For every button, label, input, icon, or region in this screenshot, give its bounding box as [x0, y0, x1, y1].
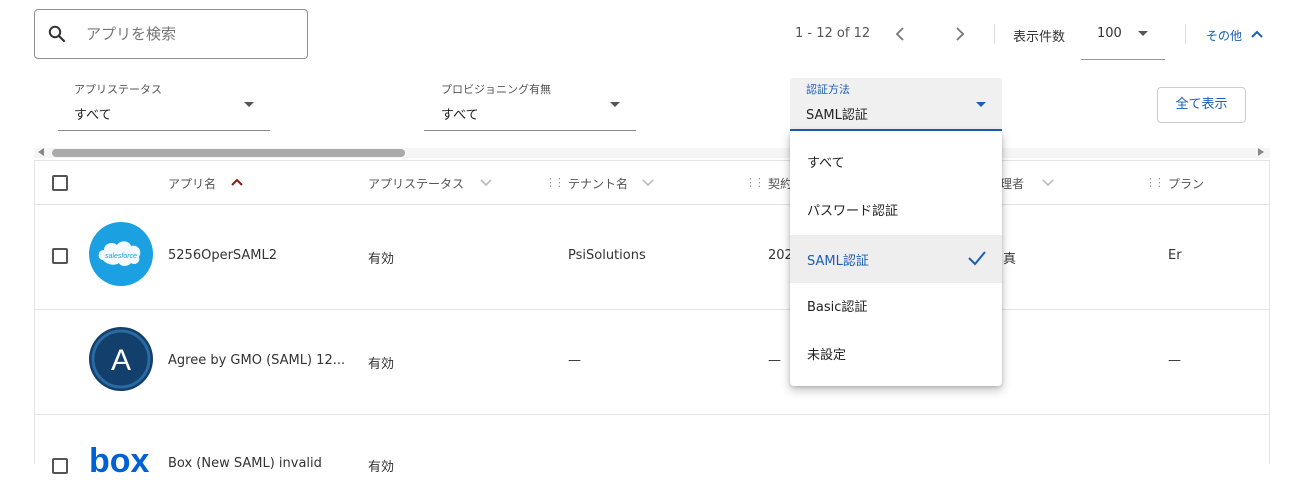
app-status: 有効 — [368, 252, 395, 267]
column-header-app-name[interactable]: アプリ名 — [168, 175, 216, 192]
auth-method-filter-label: 認証方法 — [806, 83, 850, 96]
drag-handle-icon[interactable]: ⋮⋮ — [545, 176, 565, 189]
menu-item-basic[interactable]: Basic認証 — [790, 281, 1002, 329]
app-name[interactable]: 5256OperSAML2 — [168, 248, 277, 263]
menu-item-saml[interactable]: SAML認証 — [790, 235, 1002, 283]
show-all-button[interactable]: 全て表示 — [1157, 87, 1246, 123]
auth-method-filter-value: SAML認証 — [806, 108, 868, 123]
drag-handle-icon[interactable]: ⋮⋮ — [745, 176, 765, 189]
chevron-down-icon[interactable] — [1041, 178, 1055, 188]
search-icon — [48, 25, 66, 43]
column-header-tenant[interactable]: テナント名 — [568, 175, 628, 192]
app-status-filter-value: すべて — [74, 108, 112, 123]
box-logo: box — [89, 442, 150, 480]
chevron-down-icon[interactable] — [641, 178, 655, 188]
menu-item-all[interactable]: すべて — [790, 137, 1002, 185]
contract-value: — — [768, 353, 781, 368]
caret-down-icon — [976, 102, 986, 107]
menu-item-unset[interactable]: 未設定 — [790, 329, 1002, 377]
provisioning-filter-value: すべて — [441, 108, 479, 123]
app-name[interactable]: Agree by GMO (SAML) 12... — [168, 353, 345, 368]
more-toggle[interactable]: その他 — [1206, 27, 1242, 44]
chevron-up-icon[interactable] — [1251, 29, 1263, 39]
chevron-left-icon[interactable] — [894, 26, 908, 42]
column-header-app-status[interactable]: アプリステータス — [368, 175, 464, 192]
admin-value: 真 — [1003, 252, 1017, 267]
sort-ascending-icon[interactable] — [230, 177, 244, 187]
apps-table — [34, 160, 1270, 464]
drag-handle-icon[interactable]: ⋮⋮ — [1145, 176, 1165, 189]
page-range: 1 - 12 of 12 — [795, 26, 871, 41]
auth-method-menu: すべて パスワード認証 SAML認証 Basic認証 未設定 — [790, 131, 1002, 386]
chevron-down-icon[interactable] — [479, 178, 493, 188]
menu-item-password[interactable]: パスワード認証 — [790, 185, 1002, 233]
scroll-left-arrow-icon[interactable] — [38, 148, 44, 156]
column-header-plan[interactable]: プラン — [1168, 175, 1204, 192]
divider — [994, 24, 995, 44]
caret-down-icon — [244, 102, 254, 107]
check-icon — [967, 249, 987, 267]
select-all-checkbox[interactable] — [52, 175, 68, 191]
app-status-filter-label: アプリステータス — [74, 83, 162, 96]
per-page-value: 100 — [1097, 26, 1122, 41]
chevron-right-icon[interactable] — [952, 26, 966, 42]
app-status: 有効 — [368, 357, 395, 372]
caret-down-icon — [610, 102, 620, 107]
row-checkbox[interactable] — [52, 458, 68, 474]
search-input[interactable] — [86, 25, 286, 43]
agree-logo: A — [89, 327, 153, 391]
plan-value: — — [1168, 353, 1181, 368]
svg-text:A: A — [111, 344, 131, 377]
caret-down-icon — [1138, 31, 1148, 36]
salesforce-logo: salesforce — [89, 222, 153, 286]
scroll-right-arrow-icon[interactable] — [1258, 148, 1264, 156]
per-page-label: 表示件数 — [1013, 30, 1066, 45]
divider — [1185, 24, 1186, 44]
row-divider — [34, 309, 1270, 310]
column-header-contract[interactable]: 契約 — [768, 175, 792, 192]
row-checkbox[interactable] — [52, 248, 68, 264]
provisioning-filter-label: プロビジョニング有無 — [441, 83, 551, 96]
plan-value: Er — [1168, 248, 1182, 263]
svg-text:salesforce: salesforce — [105, 253, 137, 260]
column-header-admin[interactable]: 理者 — [1000, 175, 1024, 192]
scrollbar-thumb[interactable] — [52, 149, 405, 157]
tenant-name: PsiSolutions — [568, 248, 646, 263]
per-page-select[interactable] — [1081, 14, 1165, 60]
row-divider — [34, 414, 1270, 415]
app-status: 有効 — [368, 460, 395, 475]
tenant-name: — — [568, 353, 581, 368]
